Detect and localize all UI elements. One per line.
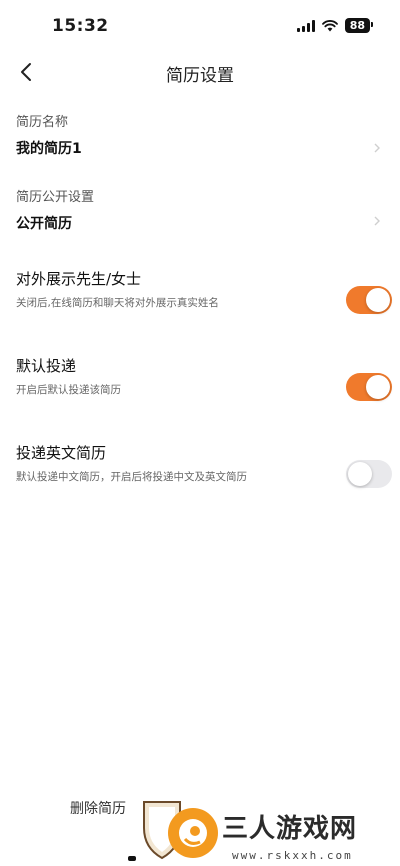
resume-name-row[interactable]: 简历名称 我的简历1 — [0, 108, 400, 164]
show-title-toggle[interactable] — [346, 286, 392, 314]
english-resume-toggle[interactable] — [346, 460, 392, 488]
delete-resume-button[interactable]: 删除简历 — [70, 798, 126, 818]
show-title-desc: 关闭后,在线简历和聊天将对外展示真实姓名 — [16, 297, 219, 309]
battery-icon: 88 — [344, 18, 374, 33]
toggle-knob — [348, 462, 372, 486]
cellular-signal-icon — [296, 19, 315, 32]
toggle-knob — [366, 288, 390, 312]
english-resume-label: 投递英文简历 — [16, 444, 107, 462]
toggle-knob — [366, 375, 390, 399]
status-icons: 88 — [296, 18, 374, 33]
page-title: 简历设置 — [166, 66, 234, 86]
home-indicator — [128, 856, 136, 861]
english-resume-row: 投递英文简历 默认投递中文简历，开启后将投递中文及英文简历 — [0, 442, 400, 502]
resume-visibility-value: 公开简历 — [16, 216, 72, 232]
default-delivery-desc: 开启后默认投递该简历 — [16, 384, 121, 396]
watermark-logo-icon — [168, 808, 218, 858]
default-delivery-toggle[interactable] — [346, 373, 392, 401]
show-title-row: 对外展示先生/女士 关闭后,在线简历和聊天将对外展示真实姓名 — [0, 268, 400, 328]
chevron-right-icon — [374, 143, 380, 153]
nav-bar: 简历设置 — [0, 52, 400, 92]
resume-visibility-label: 简历公开设置 — [16, 190, 95, 205]
resume-visibility-row[interactable]: 简历公开设置 公开简历 — [0, 183, 400, 239]
english-resume-desc: 默认投递中文简历，开启后将投递中文及英文简历 — [16, 471, 247, 483]
wifi-icon — [321, 19, 338, 31]
chevron-right-icon — [374, 216, 380, 226]
watermark: 三人游戏网 www.rskxxh.com — [140, 798, 400, 866]
resume-name-label: 简历名称 — [16, 115, 69, 130]
watermark-text: 三人游戏网 — [222, 814, 358, 844]
default-delivery-label: 默认投递 — [16, 357, 77, 375]
default-delivery-row: 默认投递 开启后默认投递该简历 — [0, 355, 400, 415]
status-time: 15:32 — [52, 16, 109, 36]
watermark-url: www.rskxxh.com — [232, 849, 353, 862]
resume-name-value: 我的简历1 — [16, 141, 82, 157]
status-bar: 15:32 88 — [0, 0, 400, 52]
show-title-label: 对外展示先生/女士 — [16, 270, 142, 288]
